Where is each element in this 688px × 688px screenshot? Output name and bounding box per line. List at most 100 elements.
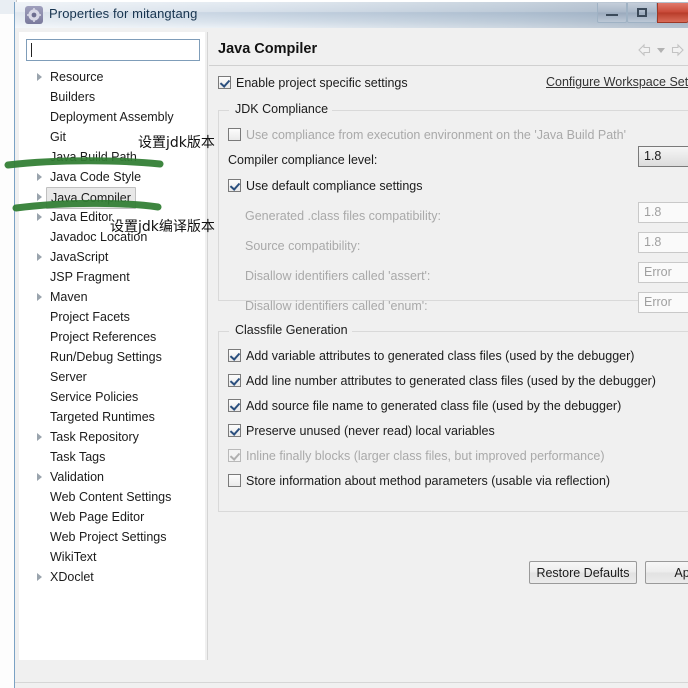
classfile-option-row[interactable]: Store information about method parameter… (228, 472, 610, 490)
dialog-body: Resource Builders Deployment Assembly Git Ja… (15, 28, 688, 688)
page-nav-buttons (637, 42, 688, 58)
classfile-option-checkbox[interactable] (228, 349, 241, 362)
dialog-titlebar: Properties for mitangtang (15, 2, 688, 29)
minimize-button[interactable] (597, 3, 627, 23)
properties-dialog: Properties for mitangtang Resource Builde… (14, 2, 688, 688)
group-border-left (219, 110, 229, 111)
back-arrow-icon[interactable] (637, 42, 653, 58)
sidebar-item-run-debug-settings[interactable]: Run/Debug Settings (20, 347, 206, 367)
classfile-option-checkbox (228, 449, 241, 462)
disallow-assert-row: Disallow identifiers called 'assert': (245, 267, 430, 285)
sidebar-item-javadoc-location[interactable]: Javadoc Location (20, 227, 206, 247)
sidebar-item-git[interactable]: Git (20, 127, 206, 147)
sidebar-item-server[interactable]: Server (20, 367, 206, 387)
classfile-option-checkbox[interactable] (228, 374, 241, 387)
maximize-icon (637, 8, 647, 17)
sidebar-item-label: Deployment Assembly (50, 110, 174, 124)
sidebar-item-xdoclet[interactable]: XDoclet (20, 567, 206, 587)
classfile-option-row[interactable]: Preserve unused (never read) local varia… (228, 422, 495, 440)
sidebar-item-web-content-settings[interactable]: Web Content Settings (20, 487, 206, 507)
text-cursor (31, 43, 32, 57)
filter-input[interactable] (26, 39, 200, 61)
sidebar-item-deployment-assembly[interactable]: Deployment Assembly (20, 107, 206, 127)
sidebar-item-label: Java Code Style (50, 170, 142, 184)
expand-triangle-icon[interactable] (37, 73, 42, 81)
restore-defaults-button[interactable]: Restore Defaults (529, 561, 637, 584)
sidebar-item-project-facets[interactable]: Project Facets (20, 307, 206, 327)
configure-workspace-settings-link[interactable]: Configure Workspace Settings... (546, 75, 688, 89)
minimize-icon (606, 14, 618, 16)
close-button[interactable] (657, 3, 688, 23)
gear-icon (25, 6, 43, 24)
title-separator (209, 65, 688, 66)
source-compat-label: Source compatibility: (245, 239, 361, 253)
use-execution-environment-checkbox[interactable] (228, 128, 241, 141)
sidebar-item-label: Javadoc Location (50, 230, 148, 244)
expand-triangle-icon[interactable] (37, 253, 42, 261)
sidebar-item-java-build-path[interactable]: Java Build Path (20, 147, 206, 167)
disallow-enum-combo[interactable]: Error (638, 292, 688, 313)
sidebar-item-project-references[interactable]: Project References (20, 327, 206, 347)
expand-triangle-icon[interactable] (37, 433, 42, 441)
use-default-compliance-row[interactable]: Use default compliance settings (228, 177, 422, 195)
expand-triangle-icon[interactable] (37, 573, 42, 581)
sidebar-item-label: Service Policies (50, 390, 139, 404)
apply-button[interactable]: Apply (645, 561, 688, 584)
sidebar-item-targeted-runtimes[interactable]: Targeted Runtimes (20, 407, 206, 427)
expand-triangle-icon[interactable] (37, 213, 42, 221)
classfile-option-label: Inline finally blocks (larger class file… (246, 449, 605, 463)
classfile-option-checkbox[interactable] (228, 424, 241, 437)
sidebar-item-label: WikiText (50, 550, 97, 564)
panel-divider (207, 32, 208, 660)
sidebar-item-maven[interactable]: Maven (20, 287, 206, 307)
sidebar-item-builders[interactable]: Builders (20, 87, 206, 107)
group2-border-left (219, 331, 229, 332)
compiler-compliance-level-combo[interactable]: 1.8 (638, 146, 688, 167)
sidebar-item-label: Validation (50, 470, 104, 484)
sidebar-item-java-compiler[interactable]: Java Compiler (20, 187, 206, 209)
classfile-option-checkbox[interactable] (228, 474, 241, 487)
sidebar-item-task-repository[interactable]: Task Repository (20, 427, 206, 447)
sidebar-item-java-editor[interactable]: Java Editor (20, 207, 206, 227)
sidebar-item-label: JSP Fragment (50, 270, 130, 284)
sidebar-item-web-page-editor[interactable]: Web Page Editor (20, 507, 206, 527)
screenshot-root: Properties for mitangtang Resource Builde… (0, 0, 688, 688)
classfile-option-row[interactable]: Inline finally blocks (larger class file… (228, 447, 604, 465)
sidebar-item-label: Web Page Editor (50, 510, 145, 524)
sidebar-item-label: Maven (50, 290, 88, 304)
source-compat-combo[interactable]: 1.8 (638, 232, 688, 253)
sidebar-item-web-project-settings[interactable]: Web Project Settings (20, 527, 206, 547)
classfile-option-checkbox[interactable] (228, 399, 241, 412)
group-border-right (323, 110, 688, 111)
expand-triangle-icon[interactable] (37, 293, 42, 301)
sidebar-item-javascript[interactable]: JavaScript (20, 247, 206, 267)
classfile-option-label: Add source file name to generated class … (246, 399, 622, 413)
use-execution-environment-row[interactable]: Use compliance from execution environmen… (228, 126, 626, 144)
classfile-option-label: Add line number attributes to generated … (246, 374, 656, 388)
sidebar-item-validation[interactable]: Validation (20, 467, 206, 487)
source-compat-row: Source compatibility: (245, 237, 360, 255)
generated-class-compat-combo[interactable]: 1.8 (638, 202, 688, 223)
forward-arrow-icon[interactable] (669, 42, 685, 58)
sidebar-item-task-tags[interactable]: Task Tags (20, 447, 206, 467)
classfile-option-row[interactable]: Add variable attributes to generated cla… (228, 347, 634, 365)
sidebar-item-label: Java Editor (50, 210, 113, 224)
jdk-compliance-title: JDK Compliance (231, 102, 333, 116)
sidebar-item-resource[interactable]: Resource (20, 67, 206, 87)
restore-defaults-label: Restore Defaults (536, 565, 630, 580)
maximize-button[interactable] (627, 3, 657, 23)
expand-triangle-icon[interactable] (37, 473, 42, 481)
back-dropdown-caret-icon[interactable] (657, 47, 665, 53)
sidebar-item-service-policies[interactable]: Service Policies (20, 387, 206, 407)
sidebar-item-jsp-fragment[interactable]: JSP Fragment (20, 267, 206, 287)
classfile-option-row[interactable]: Add line number attributes to generated … (228, 372, 656, 390)
sidebar-item-java-code-style[interactable]: Java Code Style (20, 167, 206, 187)
enable-project-specific-settings-checkbox[interactable] (218, 76, 231, 89)
sidebar-item-wikitext[interactable]: WikiText (20, 547, 206, 567)
use-default-compliance-checkbox[interactable] (228, 179, 241, 192)
sidebar-item-label: Run/Debug Settings (50, 350, 162, 364)
expand-triangle-icon[interactable] (37, 173, 42, 181)
disallow-assert-combo[interactable]: Error (638, 262, 688, 283)
classfile-option-row[interactable]: Add source file name to generated class … (228, 397, 621, 415)
expand-triangle-icon[interactable] (37, 193, 42, 201)
